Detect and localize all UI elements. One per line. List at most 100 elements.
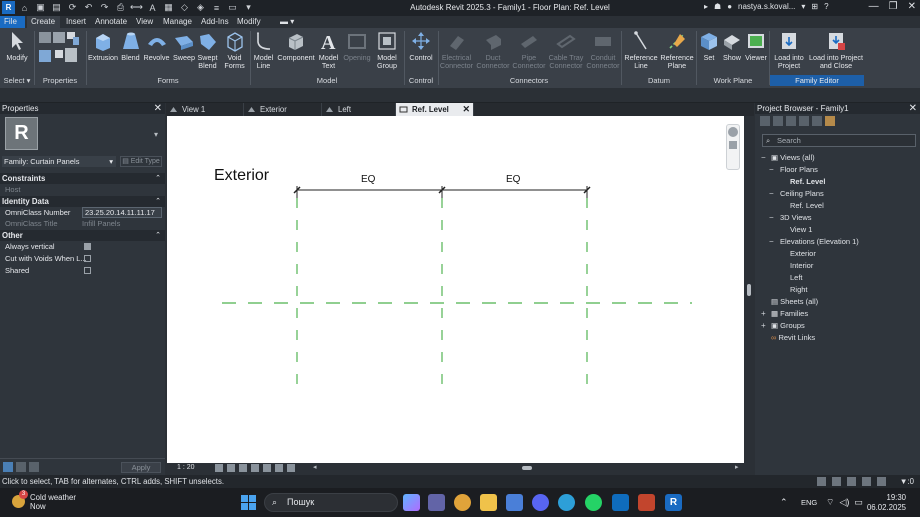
tree-exterior[interactable]: Exterior — [790, 249, 816, 259]
minimize-icon[interactable]: — — [869, 1, 879, 12]
measure-icon[interactable]: ⟷ — [130, 1, 143, 14]
ribbon-options-icon[interactable]: ▬ ▾ — [276, 16, 298, 28]
tree-interior[interactable]: Interior — [790, 261, 813, 271]
file-explorer-icon[interactable] — [480, 494, 497, 511]
void-forms-button[interactable]: Void Forms — [222, 30, 247, 70]
tab-view-1[interactable]: View 1 — [166, 103, 244, 116]
tab-annotate[interactable]: Annotate — [91, 16, 131, 28]
sun-path-icon[interactable] — [239, 464, 247, 472]
tab-view[interactable]: View — [132, 16, 157, 28]
model-line-button[interactable]: Model Line — [251, 30, 276, 70]
wifi-icon[interactable]: ⌔ — [826, 497, 834, 508]
tree-3d-views[interactable]: 3D Views — [780, 213, 812, 223]
tag-icon[interactable]: A — [146, 1, 159, 14]
vertical-scrollbar[interactable] — [744, 116, 754, 463]
sweep-button[interactable]: Sweep — [172, 30, 196, 62]
home-icon[interactable]: ⌂ — [18, 1, 31, 14]
teams-icon[interactable] — [428, 494, 445, 511]
tree-ref-level-ceiling[interactable]: Ref. Level — [790, 201, 824, 211]
dimension-eq-right[interactable]: EQ — [506, 174, 520, 185]
apply-button[interactable]: Apply — [121, 462, 161, 473]
battery-icon[interactable]: ▭ — [854, 497, 863, 508]
blend-button[interactable]: Blend — [119, 30, 142, 62]
select-panel-label[interactable]: Select ▾ — [0, 76, 34, 85]
sign-in-icon[interactable]: ☗ — [714, 2, 721, 11]
open-icon[interactable]: ▣ — [34, 1, 47, 14]
modify-button[interactable]: Modify — [3, 30, 31, 62]
tree-groups[interactable]: ▣ Groups — [771, 321, 805, 331]
whatsapp-icon[interactable] — [585, 494, 602, 511]
copilot-icon[interactable] — [403, 494, 420, 511]
select-by-face-icon[interactable] — [862, 477, 871, 486]
sync-icon[interactable]: ⟳ — [66, 1, 79, 14]
type-selector-image[interactable]: R — [5, 117, 38, 150]
family-types-icon[interactable] — [37, 30, 83, 66]
reference-line-button[interactable]: Reference Line — [623, 30, 659, 70]
autodesk-app-icon[interactable] — [638, 494, 655, 511]
tree-floor-plans[interactable]: Floor Plans — [780, 165, 818, 175]
collapse-views-icon[interactable]: − — [761, 153, 766, 162]
tab-ref-level[interactable]: Ref. Level ✕ — [396, 103, 474, 116]
chrome-icon[interactable] — [454, 494, 471, 511]
print-icon[interactable]: ⎙ — [114, 1, 127, 14]
conduit-connector-button[interactable]: Conduit Connector — [586, 30, 620, 70]
close-hidden-icon[interactable]: ▭ — [226, 1, 239, 14]
switch-windows-icon[interactable]: ▾ — [242, 1, 255, 14]
help-icon[interactable]: ? — [824, 2, 828, 11]
edit-type-button[interactable]: ▤ Edit Type — [120, 156, 162, 167]
filter-icon[interactable] — [29, 462, 39, 472]
sheets-icon[interactable] — [786, 116, 796, 126]
restore-icon[interactable]: ❐ — [889, 1, 898, 12]
horizontal-scroll-thumb[interactable] — [522, 466, 532, 470]
select-underlay-icon[interactable] — [832, 477, 841, 486]
viewer-button[interactable]: Viewer — [744, 30, 768, 62]
links-icon[interactable] — [825, 116, 835, 126]
duct-connector-button[interactable]: Duct Connector — [476, 30, 510, 70]
revit-taskbar-icon[interactable]: R — [665, 494, 682, 511]
navigation-bar[interactable] — [726, 124, 740, 170]
cut-with-voids-checkbox[interactable] — [84, 255, 91, 262]
omniclass-number-field[interactable]: 23.25.20.14.11.11.17 — [82, 207, 162, 218]
3d-view-icon[interactable]: ◇ — [178, 1, 191, 14]
group-identity-data[interactable]: Identity Data ⌃ — [0, 196, 165, 207]
save-icon[interactable]: ▤ — [50, 1, 63, 14]
revolve-button[interactable]: Revolve — [143, 30, 170, 62]
tab-exterior[interactable]: Exterior — [244, 103, 322, 116]
user-icon[interactable]: ● — [727, 2, 732, 11]
language-indicator[interactable]: ENG — [801, 498, 817, 507]
tree-ref-level-floor[interactable]: Ref. Level — [790, 177, 825, 187]
pipe-connector-button[interactable]: Pipe Connector — [512, 30, 546, 70]
discord-icon[interactable] — [532, 494, 549, 511]
redo-icon[interactable]: ↷ — [98, 1, 111, 14]
cable-tray-connector-button[interactable]: Cable Tray Connector — [547, 30, 585, 70]
tab-create[interactable]: Create — [27, 16, 60, 28]
select-links-icon[interactable] — [817, 477, 826, 486]
schedules-icon[interactable] — [799, 116, 809, 126]
views-icon[interactable] — [773, 116, 783, 126]
revit-logo-icon[interactable]: R — [2, 1, 15, 14]
collapse-floor-plans-icon[interactable]: − — [769, 165, 774, 174]
show-hidden-icons[interactable]: ⌃ — [780, 497, 788, 508]
filter-icon[interactable]: ▼:0 — [900, 475, 914, 488]
tree-sheets[interactable]: ▤ Sheets (all) — [771, 297, 818, 307]
tab-file[interactable]: File — [0, 16, 25, 28]
group-other[interactable]: Other ⌃ — [0, 230, 165, 241]
edge-icon[interactable] — [558, 494, 575, 511]
drag-elements-icon[interactable] — [877, 477, 886, 486]
collapse-elevations-icon[interactable]: − — [769, 237, 774, 246]
component-button[interactable]: Component — [277, 30, 315, 62]
close-icon[interactable]: ✕ — [908, 1, 916, 12]
model-text-button[interactable]: A Model Text — [317, 30, 340, 70]
family-selector[interactable]: Family: Curtain Panels ▾ — [2, 156, 116, 167]
view-scale[interactable]: 1 : 20 — [177, 464, 195, 471]
section-icon[interactable]: ◈ — [194, 1, 207, 14]
model-group-button[interactable]: Model Group — [375, 30, 399, 70]
scroll-right-icon[interactable]: ▸ — [735, 463, 739, 471]
tab-modify[interactable]: Modify — [233, 16, 265, 28]
text-icon[interactable]: ▦ — [162, 1, 175, 14]
user-dropdown-icon[interactable]: ▾ — [801, 2, 805, 11]
taskbar-app-icon[interactable] — [506, 494, 523, 511]
tree-families[interactable]: ▦ Families — [771, 309, 808, 319]
set-workplane-button[interactable]: Set — [698, 30, 720, 62]
select-pinned-icon[interactable] — [847, 477, 856, 486]
